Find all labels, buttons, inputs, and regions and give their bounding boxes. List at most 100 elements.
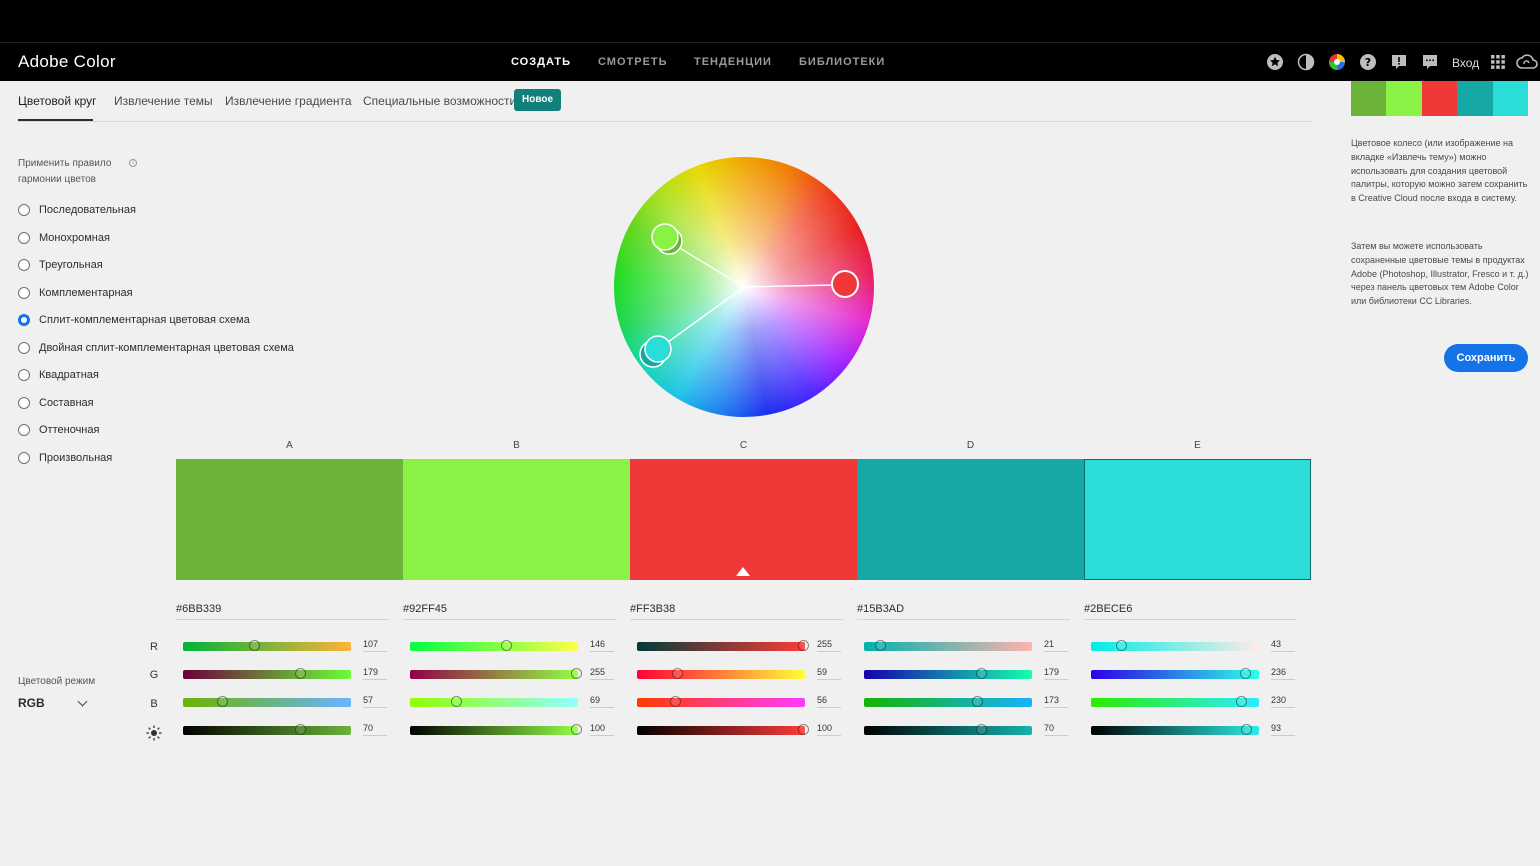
channel-slider[interactable] bbox=[1091, 640, 1259, 651]
channel-slider[interactable] bbox=[183, 668, 351, 679]
slider-handle[interactable] bbox=[972, 696, 984, 707]
alert-icon[interactable] bbox=[1390, 53, 1408, 71]
color-swatch[interactable] bbox=[176, 459, 403, 580]
radio-button[interactable] bbox=[18, 342, 30, 354]
hex-value-input[interactable]: #2BECE6 bbox=[1084, 603, 1297, 620]
tab-extract-theme[interactable]: Извлечение темы bbox=[114, 94, 213, 108]
info-icon[interactable]: i bbox=[129, 159, 137, 167]
channel-slider[interactable] bbox=[637, 640, 809, 651]
harmony-option[interactable]: Оттеночная bbox=[18, 421, 99, 439]
slider-handle[interactable] bbox=[798, 640, 809, 651]
harmony-option[interactable]: Квадратная bbox=[18, 366, 99, 384]
slider-handle[interactable] bbox=[571, 668, 582, 679]
slider-handle[interactable] bbox=[1240, 724, 1252, 735]
app-title[interactable]: Adobe Color bbox=[18, 52, 116, 72]
channel-value-input[interactable]: 70 bbox=[1044, 723, 1068, 736]
hex-value-input[interactable]: #FF3B38 bbox=[630, 603, 843, 620]
channel-slider[interactable] bbox=[410, 724, 582, 735]
apps-grid-icon[interactable] bbox=[1489, 53, 1507, 71]
channel-slider[interactable] bbox=[1091, 724, 1259, 735]
harmony-option[interactable]: Произвольная bbox=[18, 449, 112, 467]
channel-slider[interactable] bbox=[410, 640, 578, 651]
chat-icon[interactable] bbox=[1421, 53, 1439, 71]
color-wheel-icon[interactable] bbox=[1328, 53, 1346, 71]
save-button[interactable]: Сохранить bbox=[1444, 344, 1528, 372]
nav-trends[interactable]: ТЕНДЕНЦИИ bbox=[694, 56, 772, 68]
slider-handle[interactable] bbox=[670, 696, 682, 707]
channel-slider[interactable] bbox=[183, 696, 351, 707]
slider-handle[interactable] bbox=[1235, 696, 1247, 707]
star-icon[interactable] bbox=[1266, 53, 1284, 71]
slider-handle[interactable] bbox=[975, 724, 987, 735]
radio-button[interactable] bbox=[18, 232, 30, 244]
radio-button[interactable] bbox=[18, 369, 30, 381]
channel-value-input[interactable]: 43 bbox=[1271, 639, 1295, 652]
slider-handle[interactable] bbox=[798, 724, 809, 735]
radio-button[interactable] bbox=[18, 452, 30, 464]
creative-cloud-icon[interactable] bbox=[1516, 53, 1538, 71]
channel-value-input[interactable]: 70 bbox=[363, 723, 387, 736]
handle-b[interactable] bbox=[651, 223, 679, 251]
radio-button[interactable] bbox=[18, 287, 30, 299]
channel-slider[interactable] bbox=[864, 668, 1032, 679]
hex-value-input[interactable]: #92FF45 bbox=[403, 603, 616, 620]
harmony-option[interactable]: Треугольная bbox=[18, 256, 103, 274]
channel-value-input[interactable]: 179 bbox=[363, 667, 387, 680]
channel-slider[interactable] bbox=[864, 640, 1032, 651]
color-wheel[interactable] bbox=[614, 157, 874, 417]
radio-button[interactable] bbox=[18, 314, 30, 326]
handle-e[interactable] bbox=[644, 335, 672, 363]
channel-value-input[interactable]: 230 bbox=[1271, 695, 1295, 708]
channel-value-input[interactable]: 255 bbox=[590, 667, 614, 680]
color-swatch[interactable] bbox=[857, 459, 1084, 580]
slider-handle[interactable] bbox=[1239, 668, 1251, 679]
channel-slider[interactable] bbox=[864, 696, 1032, 707]
channel-slider[interactable] bbox=[864, 724, 1032, 735]
radio-button[interactable] bbox=[18, 204, 30, 216]
channel-slider[interactable] bbox=[183, 640, 351, 651]
tab-extract-gradient[interactable]: Извлечение градиента bbox=[225, 94, 352, 108]
channel-value-input[interactable]: 100 bbox=[817, 723, 841, 736]
channel-value-input[interactable]: 93 bbox=[1271, 723, 1295, 736]
color-mode-select[interactable]: RGB bbox=[18, 696, 88, 710]
slider-handle[interactable] bbox=[500, 640, 512, 651]
harmony-option[interactable]: Сплит-комплементарная цветовая схема bbox=[18, 311, 250, 329]
nav-explore[interactable]: СМОТРЕТЬ bbox=[598, 56, 668, 68]
handle-c[interactable] bbox=[831, 270, 859, 298]
channel-slider[interactable] bbox=[183, 724, 351, 735]
channel-value-input[interactable]: 146 bbox=[590, 639, 614, 652]
slider-handle[interactable] bbox=[216, 696, 228, 707]
channel-value-input[interactable]: 21 bbox=[1044, 639, 1068, 652]
channel-value-input[interactable]: 173 bbox=[1044, 695, 1068, 708]
slider-handle[interactable] bbox=[976, 668, 988, 679]
channel-slider[interactable] bbox=[637, 696, 805, 707]
harmony-option[interactable]: Монохромная bbox=[18, 229, 110, 247]
color-swatch[interactable] bbox=[1084, 459, 1311, 580]
slider-handle[interactable] bbox=[451, 696, 463, 707]
color-swatch[interactable] bbox=[403, 459, 630, 580]
harmony-option[interactable]: Последовательная bbox=[18, 201, 136, 219]
tab-color-wheel[interactable]: Цветовой круг bbox=[18, 94, 97, 108]
slider-handle[interactable] bbox=[248, 640, 260, 651]
tab-accessibility[interactable]: Специальные возможности bbox=[363, 94, 516, 108]
channel-slider[interactable] bbox=[637, 724, 809, 735]
channel-slider[interactable] bbox=[410, 696, 578, 707]
channel-value-input[interactable]: 179 bbox=[1044, 667, 1068, 680]
channel-value-input[interactable]: 100 bbox=[590, 723, 614, 736]
help-icon[interactable]: ? bbox=[1359, 53, 1377, 71]
nav-create[interactable]: СОЗДАТЬ bbox=[511, 56, 571, 68]
harmony-option[interactable]: Комплементарная bbox=[18, 284, 133, 302]
slider-handle[interactable] bbox=[1115, 640, 1127, 651]
nav-libraries[interactable]: БИБЛИОТЕКИ bbox=[799, 56, 885, 68]
channel-slider[interactable] bbox=[1091, 696, 1259, 707]
harmony-option[interactable]: Составная bbox=[18, 394, 94, 412]
channel-value-input[interactable]: 57 bbox=[363, 695, 387, 708]
login-link[interactable]: Вход bbox=[1452, 56, 1479, 70]
channel-slider[interactable] bbox=[1091, 668, 1259, 679]
channel-value-input[interactable]: 69 bbox=[590, 695, 614, 708]
slider-handle[interactable] bbox=[571, 724, 582, 735]
channel-slider[interactable] bbox=[637, 668, 805, 679]
slider-handle[interactable] bbox=[295, 668, 307, 679]
radio-button[interactable] bbox=[18, 424, 30, 436]
channel-value-input[interactable]: 236 bbox=[1271, 667, 1295, 680]
